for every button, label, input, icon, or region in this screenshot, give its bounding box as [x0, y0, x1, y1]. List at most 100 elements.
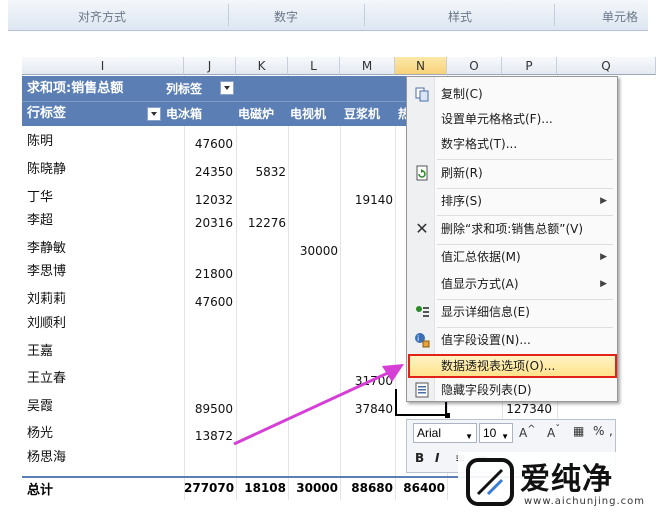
row-name[interactable]: 吴霞 [27, 398, 53, 416]
grand-total-value[interactable]: 18108 [236, 480, 286, 496]
column-header-k[interactable]: K [236, 57, 288, 75]
italic-button[interactable]: I [435, 451, 439, 465]
menu-separator [437, 188, 613, 189]
menu-separator [437, 159, 613, 160]
menu-item-format-cells[interactable]: 设置单元格格式(F)... [409, 108, 615, 130]
menu-item-hide-field-list[interactable]: 隐藏字段列表(D) [409, 379, 615, 401]
cell-value[interactable]: 21800 [184, 266, 233, 282]
column-header-q[interactable]: Q [557, 57, 656, 75]
menu-item-summarize-by[interactable]: 值汇总依据(M) ▶ [409, 246, 615, 268]
col-header-fridge[interactable]: 电冰箱 [166, 104, 202, 124]
column-header-p[interactable]: P [502, 57, 557, 75]
column-header-o[interactable]: O [447, 57, 502, 75]
menu-item-number-format[interactable]: 数字格式(T)... [409, 133, 615, 155]
context-menu: 复制(C) 设置单元格格式(F)... 数字格式(T)... 刷新(R) 排序(… [406, 76, 618, 402]
row-filter-dropdown-icon[interactable] [147, 107, 161, 121]
menu-item-value-field-settings[interactable]: i 值字段设置(N)... [409, 329, 615, 351]
column-header-m[interactable]: M [340, 57, 395, 75]
font-shrink-icon[interactable]: Aˇ [547, 424, 560, 440]
comma-style-button[interactable]: , [609, 424, 613, 438]
menu-item-label: 复制(C) [441, 87, 483, 101]
chevron-down-icon: ▼ [465, 432, 473, 441]
pointer-arrow-icon [233, 364, 404, 446]
cell-value[interactable]: 47600 [184, 136, 233, 152]
ribbon-separator [228, 4, 229, 26]
watermark-title: 爱纯净 [520, 462, 613, 497]
grand-total-value[interactable]: 277070 [184, 480, 234, 496]
ribbon-group-styles[interactable]: 样式 [448, 8, 472, 25]
col-header-tv[interactable]: 电视机 [290, 104, 326, 124]
submenu-arrow-icon: ▶ [600, 252, 607, 262]
percent-button[interactable]: % [593, 424, 604, 438]
cell-value[interactable]: 127340 [480, 401, 552, 417]
row-name[interactable]: 陈晓静 [27, 161, 66, 179]
menu-item-pivottable-options[interactable]: 数据透视表选项(O)... [408, 354, 617, 378]
menu-item-label: 值显示方式(A) [441, 277, 519, 291]
ribbon-group-alignment[interactable]: 对齐方式 [78, 8, 126, 25]
col-header-soymilk[interactable]: 豆浆机 [344, 104, 380, 124]
ribbon-separator [364, 4, 365, 26]
menu-item-label: 值汇总依据(M) [441, 250, 521, 264]
refresh-icon [414, 165, 430, 181]
pivot-value-field[interactable]: 求和项:销售总额 [27, 79, 123, 99]
cell-value[interactable]: 89500 [184, 401, 233, 417]
menu-item-label: 数字格式(T)... [441, 137, 518, 151]
row-name[interactable]: 李静敏 [27, 240, 66, 258]
cell-value[interactable]: 30000 [288, 243, 338, 259]
row-name[interactable]: 李超 [27, 212, 53, 230]
accounting-format-icon[interactable]: ▦ [573, 424, 584, 438]
cell-value[interactable]: 20316 [184, 215, 233, 231]
font-grow-icon[interactable]: A^ [519, 424, 536, 440]
ribbon-group-number[interactable]: 数字 [274, 8, 298, 25]
font-family-select[interactable]: Arial ▼ [413, 423, 477, 443]
cell-value[interactable]: 24350 [184, 164, 233, 180]
menu-item-refresh[interactable]: 刷新(R) [409, 162, 615, 184]
watermark-url: www.aichunjing.com [524, 496, 645, 507]
cell-value[interactable]: 12032 [184, 192, 233, 208]
row-name[interactable]: 刘莉莉 [27, 291, 66, 309]
fill-handle[interactable] [445, 413, 450, 418]
col-header-induction[interactable]: 电磁炉 [238, 104, 274, 124]
row-name[interactable]: 陈明 [27, 133, 53, 151]
row-name[interactable]: 刘顺利 [27, 315, 66, 333]
row-name[interactable]: 杨思海 [27, 449, 66, 467]
grand-total-value[interactable]: 30000 [288, 480, 338, 496]
row-name[interactable]: 丁华 [27, 189, 53, 207]
font-size-select[interactable]: 10 ▼ [479, 423, 513, 443]
column-header-j[interactable]: J [184, 57, 236, 75]
svg-text:i: i [417, 334, 419, 343]
menu-item-label: 值字段设置(N)... [441, 333, 531, 347]
grand-total-label: 总计 [27, 483, 54, 498]
ribbon-group-cells[interactable]: 单元格 [602, 8, 638, 25]
cell-value[interactable]: 13872 [184, 428, 233, 444]
bold-button[interactable]: B [415, 451, 424, 465]
column-header-l[interactable]: L [288, 57, 340, 75]
cell-value[interactable]: 47600 [184, 294, 233, 310]
row-name[interactable]: 王嘉 [27, 343, 53, 361]
menu-item-delete-field[interactable]: ✕ 删除“求和项:销售总额”(V) [409, 218, 615, 240]
cell-value[interactable]: 19140 [340, 192, 393, 208]
menu-item-show-details[interactable]: 显示详细信息(E) [409, 301, 615, 323]
row-name[interactable]: 王立春 [27, 370, 66, 388]
pivot-row-label: 行标签 [27, 106, 67, 121]
copy-icon [414, 86, 430, 102]
row-name[interactable]: 李思博 [27, 263, 66, 281]
cell-value[interactable]: 5832 [236, 164, 286, 180]
cell-value[interactable]: 12276 [236, 215, 286, 231]
menu-item-copy[interactable]: 复制(C) [409, 83, 615, 105]
menu-item-sort[interactable]: 排序(S) ▶ [409, 190, 615, 212]
menu-separator [437, 327, 613, 328]
grand-total-value[interactable]: 88680 [340, 480, 393, 496]
pivot-column-label: 列标签 [166, 82, 203, 96]
menu-item-show-values-as[interactable]: 值显示方式(A) ▶ [409, 273, 615, 295]
chevron-down-icon: ▼ [501, 432, 509, 441]
menu-item-label: 数据透视表选项(O)... [441, 359, 556, 373]
column-header-n[interactable]: N [395, 57, 447, 75]
row-name[interactable]: 杨光 [27, 425, 53, 443]
font-size-value: 10 [483, 426, 497, 440]
watermark: 爱纯净 www.aichunjing.com [458, 452, 656, 518]
column-header-i[interactable]: I [22, 57, 184, 75]
grand-total-value[interactable]: 86400 [395, 480, 445, 496]
show-detail-icon [414, 304, 430, 320]
column-filter-dropdown-icon[interactable] [220, 81, 234, 95]
